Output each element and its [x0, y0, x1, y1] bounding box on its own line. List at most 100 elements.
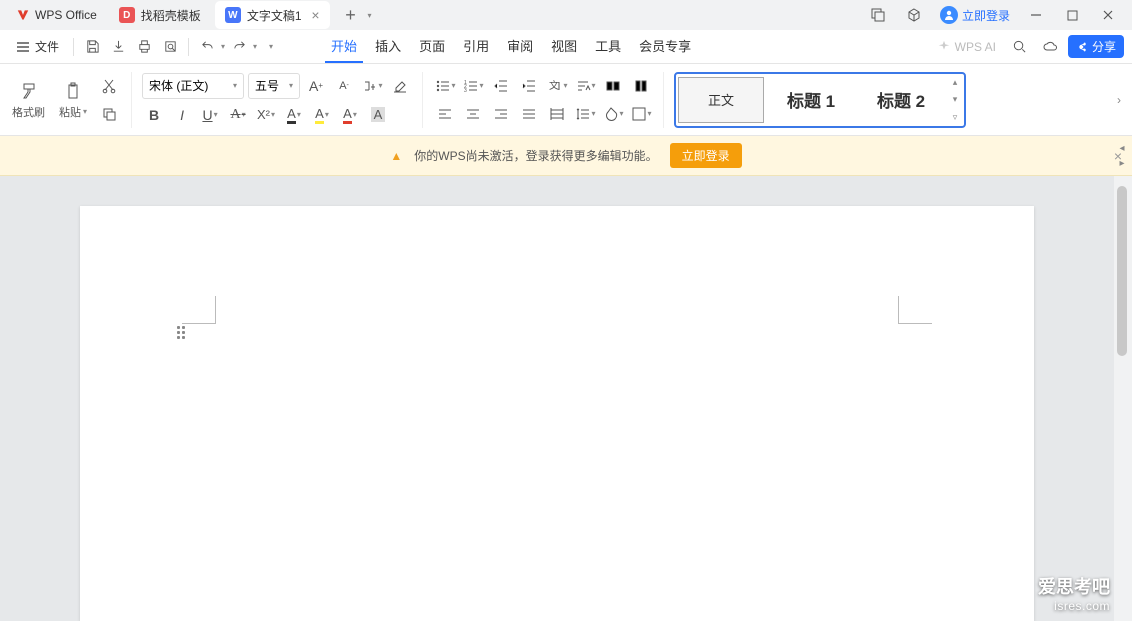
italic-button[interactable]: I	[170, 103, 194, 127]
shading-button[interactable]: ▾	[601, 102, 625, 126]
bullets-button[interactable]: ▾	[433, 74, 457, 98]
style-heading1[interactable]: 标题 1	[768, 77, 854, 123]
qat-more-button[interactable]: ▾	[259, 35, 283, 59]
drag-handle-icon[interactable]	[177, 326, 185, 339]
share-icon	[1076, 41, 1088, 53]
align-justify-button[interactable]	[517, 102, 541, 126]
line-spacing-button[interactable]: ▾	[573, 102, 597, 126]
align-right-button[interactable]	[489, 102, 513, 126]
cut-button[interactable]	[97, 74, 121, 98]
sort-button[interactable]: ▾	[573, 74, 597, 98]
increase-indent-button[interactable]	[517, 74, 541, 98]
styles-expand-icon[interactable]: ▿	[948, 112, 962, 123]
distribute-button[interactable]	[545, 102, 569, 126]
title-bar: WPS Office D 找稻壳模板 W 文字文稿1 × + ▾ 立即登录	[0, 0, 1132, 30]
grow-font-button[interactable]: A+	[304, 74, 328, 98]
cube-icon[interactable]	[898, 1, 930, 29]
banner-login-button[interactable]: 立即登录	[670, 143, 742, 168]
new-tab-dropdown[interactable]: ▾	[368, 11, 372, 20]
shrink-font-button[interactable]: A-	[332, 74, 356, 98]
strike-button[interactable]: A▾	[226, 103, 250, 127]
close-window-button[interactable]	[1092, 1, 1124, 29]
tab-insert[interactable]: 插入	[369, 30, 407, 63]
rail-button-2[interactable]: ▸	[1119, 158, 1124, 169]
doc-icon: W	[225, 7, 241, 23]
paste-button[interactable]: 粘贴▾	[55, 80, 91, 120]
export-button[interactable]	[106, 35, 130, 59]
avatar-icon	[940, 6, 958, 24]
ai-label: WPS AI	[955, 40, 996, 54]
highlight-button[interactable]: A▾	[310, 103, 334, 127]
share-button[interactable]: 分享	[1068, 35, 1124, 58]
scrollbar-thumb[interactable]	[1117, 186, 1127, 356]
tab-document-label: 文字文稿1	[247, 7, 302, 24]
align-center-button[interactable]	[461, 102, 485, 126]
align-left-button[interactable]	[433, 102, 457, 126]
page-1[interactable]	[80, 206, 1034, 621]
ribbon-start: 格式刷 粘贴▾ ▾ ▾ A+ A- ▾ B I U▾ A▾ X²▾ A▾ A▾ …	[0, 64, 1132, 136]
format-painter-button[interactable]: 格式刷	[8, 80, 49, 120]
styles-up-icon[interactable]: ▴	[948, 77, 962, 88]
styles-down-icon[interactable]: ▾	[948, 94, 962, 105]
save-button[interactable]	[80, 35, 104, 59]
borders-button[interactable]: ▾	[629, 102, 653, 126]
cloud-button[interactable]	[1038, 35, 1062, 59]
workspace-icon[interactable]	[862, 1, 894, 29]
tab-tools[interactable]: 工具	[589, 30, 627, 63]
svg-text:3: 3	[464, 88, 467, 94]
tab-document[interactable]: W 文字文稿1 ×	[215, 1, 330, 29]
font-color-button[interactable]: A▾	[282, 103, 306, 127]
superscript-button[interactable]: X²▾	[254, 103, 278, 127]
underline-button[interactable]: U▾	[198, 103, 222, 127]
copy-button[interactable]	[97, 102, 121, 126]
login-link[interactable]: 立即登录	[934, 6, 1016, 24]
format-painter-icon	[18, 80, 40, 102]
vertical-scrollbar[interactable]	[1114, 176, 1132, 621]
new-tab-button[interactable]: +	[340, 4, 362, 26]
text-color-button[interactable]: A▾	[338, 103, 362, 127]
numbering-button[interactable]: 123▾	[461, 74, 485, 98]
tab-layout[interactable]: 页面	[413, 30, 451, 63]
svg-text:文: 文	[549, 79, 559, 92]
maximize-button[interactable]	[1056, 1, 1088, 29]
redo-dropdown[interactable]: ▾	[253, 42, 257, 51]
bold-button[interactable]: B	[142, 103, 166, 127]
tab-view[interactable]: 视图	[545, 30, 583, 63]
change-case-button[interactable]: ▾	[360, 74, 384, 98]
font-name-input[interactable]	[149, 79, 229, 93]
app-home-button[interactable]: WPS Office	[8, 3, 105, 27]
search-button[interactable]	[1008, 35, 1032, 59]
asian-layout-button[interactable]	[601, 74, 625, 98]
clear-format-button[interactable]	[388, 74, 412, 98]
wps-ai-button[interactable]: WPS AI	[931, 38, 1002, 56]
text-direction-button[interactable]: 文▾	[545, 74, 569, 98]
file-menu-button[interactable]: 文件	[8, 34, 67, 59]
tab-start[interactable]: 开始	[325, 30, 363, 63]
tab-review[interactable]: 审阅	[501, 30, 539, 63]
font-size-combo[interactable]: ▾	[248, 73, 300, 99]
menu-bar: 文件 ▾ ▾ ▾ 开始 插入 页面 引用 审阅 视图 工具 会员专享 WPS A…	[0, 30, 1132, 64]
styles-gallery: 正文 标题 1 标题 2 ▴ ▾ ▿	[674, 72, 966, 128]
hamburger-icon	[16, 41, 30, 53]
character-shading-button[interactable]: A	[366, 103, 390, 127]
redo-button[interactable]	[227, 35, 251, 59]
ribbon-more-button[interactable]: ›	[1110, 84, 1128, 116]
decrease-indent-button[interactable]	[489, 74, 513, 98]
font-name-combo[interactable]: ▾	[142, 73, 244, 99]
print-preview-button[interactable]	[158, 35, 182, 59]
minimize-button[interactable]	[1020, 1, 1052, 29]
document-canvas[interactable]	[0, 176, 1114, 621]
close-tab-button[interactable]: ×	[308, 7, 324, 23]
tab-refs[interactable]: 引用	[457, 30, 495, 63]
wps-logo-icon	[16, 8, 30, 22]
font-size-input[interactable]	[255, 79, 285, 93]
columns-button[interactable]	[629, 74, 653, 98]
style-body[interactable]: 正文	[678, 77, 764, 123]
tab-templates[interactable]: D 找稻壳模板	[109, 1, 211, 29]
rail-button-1[interactable]: ◂	[1119, 143, 1124, 154]
undo-dropdown[interactable]: ▾	[221, 42, 225, 51]
undo-button[interactable]	[195, 35, 219, 59]
style-heading2[interactable]: 标题 2	[858, 77, 944, 123]
print-button[interactable]	[132, 35, 156, 59]
tab-member[interactable]: 会员专享	[633, 30, 697, 63]
